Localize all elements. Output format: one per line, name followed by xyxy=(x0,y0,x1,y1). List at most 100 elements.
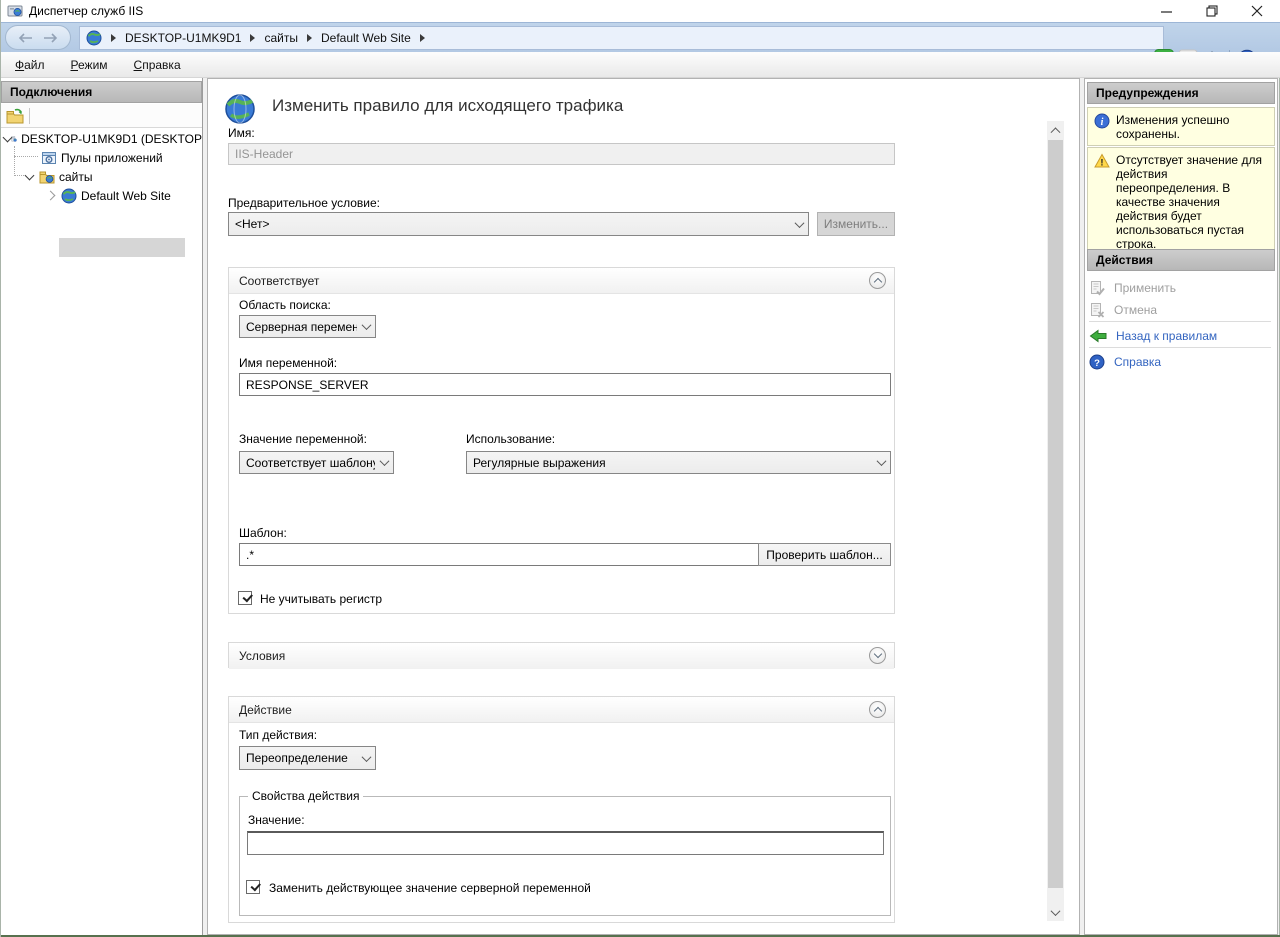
expand-chevron-icon[interactable] xyxy=(869,647,886,664)
restore-button[interactable] xyxy=(1189,0,1234,22)
tree-item-label: Default Web Site xyxy=(81,189,171,203)
site-globe-icon xyxy=(61,188,77,204)
save-connection-icon[interactable] xyxy=(6,108,24,124)
actions-panel: Предупреждения i Изменения успешно сохра… xyxy=(1084,78,1278,935)
edit-precondition-button: Изменить... xyxy=(817,212,895,236)
action-section-title: Действие xyxy=(239,703,292,717)
variable-value-combobox[interactable]: Соответствует шаблону xyxy=(239,451,394,474)
svg-text:?: ? xyxy=(1094,357,1100,368)
divider xyxy=(1089,321,1271,322)
menu-help[interactable]: Справка xyxy=(134,58,181,72)
replace-existing-checkbox[interactable] xyxy=(246,880,260,894)
minimize-button[interactable] xyxy=(1144,0,1189,22)
tree-item-default-web-site[interactable]: Default Web Site xyxy=(1,186,202,205)
window-title: Диспетчер служб IIS xyxy=(29,0,143,22)
globe-icon[interactable] xyxy=(86,30,102,46)
chevron-down-icon[interactable] xyxy=(872,452,890,473)
chevron-down-icon[interactable] xyxy=(357,316,375,337)
breadcrumb-item-default-web-site[interactable]: Default Web Site xyxy=(321,31,411,45)
chevron-down-icon[interactable] xyxy=(790,213,808,235)
page-title: Изменить правило для исходящего трафика xyxy=(272,96,623,116)
cancel-icon xyxy=(1089,302,1105,318)
connections-toolbar xyxy=(1,104,202,128)
using-combobox[interactable]: Регулярные выражения xyxy=(466,451,891,474)
back-arrow-icon xyxy=(1089,329,1107,343)
title-bar: Диспетчер служб IIS xyxy=(1,0,1280,22)
cancel-action: Отмена xyxy=(1087,299,1275,320)
expander-icon[interactable] xyxy=(3,134,6,143)
expander-icon[interactable] xyxy=(47,191,56,200)
scroll-down-icon[interactable] xyxy=(1047,904,1064,921)
action-value-input[interactable] xyxy=(247,831,884,855)
scrollbar-thumb[interactable] xyxy=(1048,140,1063,888)
menu-file[interactable]: Файл xyxy=(15,58,45,72)
scroll-up-icon[interactable] xyxy=(1047,121,1064,138)
tree-item-server[interactable]: DESKTOP-U1MK9D1 (DESKTOP xyxy=(1,129,202,148)
expander-icon[interactable] xyxy=(25,172,34,181)
nav-back-forward[interactable] xyxy=(5,25,71,50)
tree-item-label: DESKTOP-U1MK9D1 (DESKTOP xyxy=(21,132,202,146)
help-icon: ? xyxy=(1089,354,1105,370)
forward-arrow-icon[interactable] xyxy=(42,33,58,43)
warning-icon: ! xyxy=(1094,153,1110,169)
action-type-label: Тип действия: xyxy=(239,728,317,742)
chevron-down-icon[interactable] xyxy=(357,747,375,769)
close-button[interactable] xyxy=(1234,0,1279,22)
back-to-rules-action[interactable]: Назад к правилам xyxy=(1087,325,1275,346)
alerts-header: Предупреждения xyxy=(1087,82,1275,104)
scope-label: Область поиска: xyxy=(239,298,331,312)
actions-header: Действия xyxy=(1087,249,1275,271)
address-band: DESKTOP-U1MK9D1 сайты Default Web Site ? xyxy=(1,22,1280,52)
address-bar[interactable]: DESKTOP-U1MK9D1 сайты Default Web Site xyxy=(79,26,1164,50)
svg-text:!: ! xyxy=(1100,158,1103,169)
ignore-case-checkbox[interactable] xyxy=(238,591,252,605)
page-globe-icon xyxy=(224,93,256,125)
back-arrow-icon[interactable] xyxy=(18,33,34,43)
help-action[interactable]: ? Справка xyxy=(1087,351,1275,372)
breadcrumb-separator xyxy=(307,34,312,42)
breadcrumb-separator xyxy=(250,34,255,42)
action-label: Отмена xyxy=(1114,303,1157,317)
apply-action: Применить xyxy=(1087,277,1275,298)
action-properties-title: Свойства действия xyxy=(248,789,363,803)
tree-item-sites[interactable]: сайты xyxy=(1,167,202,186)
action-properties-group: Свойства действия Значение: Заменить дей… xyxy=(239,796,891,916)
menu-bar: Файл Режим Справка xyxy=(1,52,1280,78)
match-section: Соответствует Область поиска: Серверная … xyxy=(228,267,895,614)
alert-info: i Изменения успешно сохранены. xyxy=(1087,107,1275,146)
scope-combobox[interactable]: Серверная переменн xyxy=(239,315,376,338)
feature-page: Изменить правило для исходящего трафика … xyxy=(207,78,1080,935)
toolbar-separator xyxy=(29,108,30,124)
alert-text: Отсутствует значение для действия переоп… xyxy=(1116,153,1262,251)
breadcrumb-item-sites[interactable]: сайты xyxy=(264,31,298,45)
action-label[interactable]: Назад к правилам xyxy=(1116,329,1217,343)
action-label: Применить xyxy=(1114,281,1176,295)
precondition-label: Предварительное условие: xyxy=(228,196,380,210)
tree-selection-highlight xyxy=(59,238,185,257)
action-type-combobox[interactable]: Переопределение xyxy=(239,746,376,770)
action-label[interactable]: Справка xyxy=(1114,355,1161,369)
apply-icon xyxy=(1089,280,1105,296)
chevron-down-icon[interactable] xyxy=(375,452,393,473)
collapse-chevron-icon[interactable] xyxy=(869,701,886,718)
collapse-chevron-icon[interactable] xyxy=(869,272,886,289)
match-section-title: Соответствует xyxy=(239,274,319,288)
pattern-input[interactable] xyxy=(239,543,759,566)
action-section-header[interactable]: Действие xyxy=(229,697,894,723)
name-label: Имя: xyxy=(228,126,255,140)
menu-view[interactable]: Режим xyxy=(71,58,108,72)
precondition-combobox[interactable]: <Нет> xyxy=(228,212,809,236)
replace-existing-label: Заменить действующее значение серверной … xyxy=(269,881,591,895)
match-section-header[interactable]: Соответствует xyxy=(229,268,894,294)
variable-name-input[interactable] xyxy=(239,373,891,396)
tree-item-app-pools[interactable]: Пулы приложений xyxy=(1,148,202,167)
vertical-scrollbar[interactable] xyxy=(1047,121,1064,921)
ignore-case-label: Не учитывать регистр xyxy=(260,592,382,606)
conditions-section-header[interactable]: Условия xyxy=(229,643,894,669)
alert-warning: ! Отсутствует значение для действия пере… xyxy=(1087,147,1275,256)
pattern-label: Шаблон: xyxy=(239,526,287,540)
breadcrumb-item-server[interactable]: DESKTOP-U1MK9D1 xyxy=(125,31,241,45)
server-icon xyxy=(11,131,17,147)
action-section: Действие Тип действия: Переопределение С… xyxy=(228,696,895,923)
test-pattern-button[interactable]: Проверить шаблон... xyxy=(758,543,891,566)
